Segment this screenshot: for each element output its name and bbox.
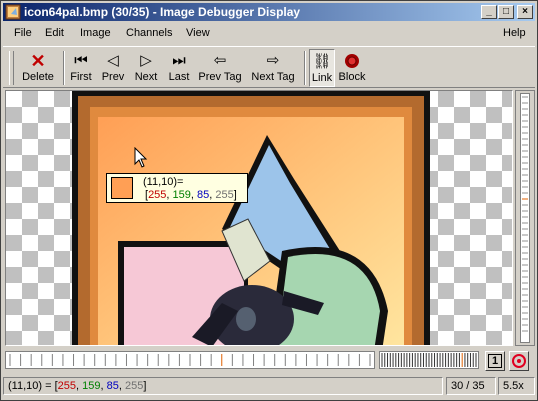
- status-frame-counter: 30 / 35: [446, 377, 496, 395]
- tooltip-red-value: 255: [148, 189, 167, 201]
- menu-bar: File Edit Image Channels View Help: [3, 24, 535, 44]
- first-label: First: [70, 71, 92, 83]
- next-button[interactable]: ▷ Next: [131, 49, 161, 87]
- first-icon: ⏮: [74, 52, 88, 69]
- next-tag-label: Next Tag: [251, 71, 295, 83]
- tooltip-green-value: 159: [172, 189, 191, 201]
- tooltip-coordinate: (11,10)=: [143, 176, 184, 188]
- status-red-value: 255: [57, 380, 76, 392]
- vertical-ruler-track[interactable]: [520, 93, 530, 343]
- window-title: icon64pal.bmp (30/35) - Image Debugger D…: [24, 5, 301, 19]
- tooltip-close-bracket: ]: [233, 189, 237, 201]
- target-zoom-button[interactable]: [509, 351, 529, 371]
- block-label: Block: [338, 71, 366, 83]
- title-bar[interactable]: icon64pal.bmp (30/35) - Image Debugger D…: [3, 3, 535, 21]
- delete-label: Delete: [22, 71, 54, 83]
- link-toggle-button[interactable]: ⛓ Link: [309, 49, 335, 87]
- close-button[interactable]: ×: [517, 5, 533, 19]
- frame-timeline[interactable]: [5, 351, 375, 369]
- timeline-ticks: [9, 354, 371, 366]
- toolbar-separator: [304, 51, 306, 85]
- status-blue-value: 85: [106, 380, 119, 392]
- target-icon: [512, 354, 526, 368]
- tooltip-rgba: [255, 159, 85, 255]: [145, 189, 237, 201]
- tooltip-alpha-value: 255: [215, 189, 234, 201]
- toolbar-grip[interactable]: [9, 51, 14, 85]
- thumbnail-ticks: [381, 353, 477, 367]
- prev-button[interactable]: ◁ Prev: [99, 49, 127, 87]
- block-record-icon: [337, 51, 367, 71]
- prev-tag-button[interactable]: ⇦ Prev Tag: [195, 49, 245, 87]
- menu-edit[interactable]: Edit: [45, 27, 64, 39]
- app-icon: [5, 4, 21, 20]
- prev-tag-icon: ⇦: [213, 52, 227, 69]
- minimize-button[interactable]: _: [481, 5, 497, 19]
- prev-label: Prev: [101, 71, 125, 83]
- status-pixel-value: (11,10) = [255, 159, 85, 255]: [3, 377, 443, 395]
- delete-button[interactable]: ✕ Delete: [19, 49, 57, 87]
- status-bar: (11,10) = [255, 159, 85, 255] 30 / 35 5.…: [3, 376, 535, 396]
- menu-help[interactable]: Help: [503, 27, 526, 39]
- status-alpha-value: 255: [124, 380, 144, 392]
- block-button[interactable]: Block: [337, 49, 367, 87]
- next-tag-button[interactable]: ⇨ Next Tag: [248, 49, 298, 87]
- status-coordinate: (11,10) = [: [8, 380, 58, 392]
- image-debugger-window: icon64pal.bmp (30/35) - Image Debugger D…: [0, 0, 538, 401]
- next-label: Next: [134, 71, 158, 83]
- first-button[interactable]: ⏮ First: [67, 49, 95, 87]
- zoomed-image: [72, 91, 430, 345]
- menu-image[interactable]: Image: [80, 27, 111, 39]
- one-to-one-label: 1: [487, 354, 503, 368]
- mouse-cursor-icon: [134, 147, 148, 168]
- status-zoom-level: 5.5x: [498, 377, 535, 395]
- image-canvas[interactable]: (11,10)= [255, 159, 85, 255]: [5, 90, 513, 346]
- status-green-value: 159: [82, 380, 101, 392]
- pixel-value-tooltip: (11,10)= [255, 159, 85, 255]: [106, 173, 248, 203]
- link-chain-icon: ⛓: [312, 53, 332, 70]
- pixel-color-swatch: [111, 177, 133, 199]
- maximize-button[interactable]: □: [498, 5, 514, 19]
- vertical-channel-ruler[interactable]: [515, 90, 535, 346]
- next-icon: ▷: [140, 52, 152, 69]
- next-tag-icon: ⇨: [266, 52, 280, 69]
- status-close-bracket: ]: [143, 380, 147, 392]
- toolbar-separator: [63, 51, 65, 85]
- prev-tag-label: Prev Tag: [198, 71, 242, 83]
- tooltip-blue-value: 85: [197, 189, 210, 201]
- menu-view[interactable]: View: [186, 27, 210, 39]
- frame-thumbnail-strip[interactable]: [379, 351, 479, 369]
- menu-file[interactable]: File: [14, 27, 32, 39]
- delete-x-icon: ✕: [30, 51, 46, 71]
- link-label: Link: [311, 72, 333, 84]
- toolbar: ✕ Delete ⏮ First ◁ Prev ▷ Next ⏭ Last ⇦ …: [3, 46, 535, 88]
- last-label: Last: [168, 71, 190, 83]
- last-button[interactable]: ⏭ Last: [165, 49, 193, 87]
- one-to-one-zoom-button[interactable]: 1: [485, 351, 505, 371]
- last-icon: ⏭: [172, 52, 186, 69]
- prev-icon: ◁: [107, 52, 119, 69]
- menu-channels[interactable]: Channels: [126, 27, 172, 39]
- vertical-ruler-ticks: [522, 96, 528, 332]
